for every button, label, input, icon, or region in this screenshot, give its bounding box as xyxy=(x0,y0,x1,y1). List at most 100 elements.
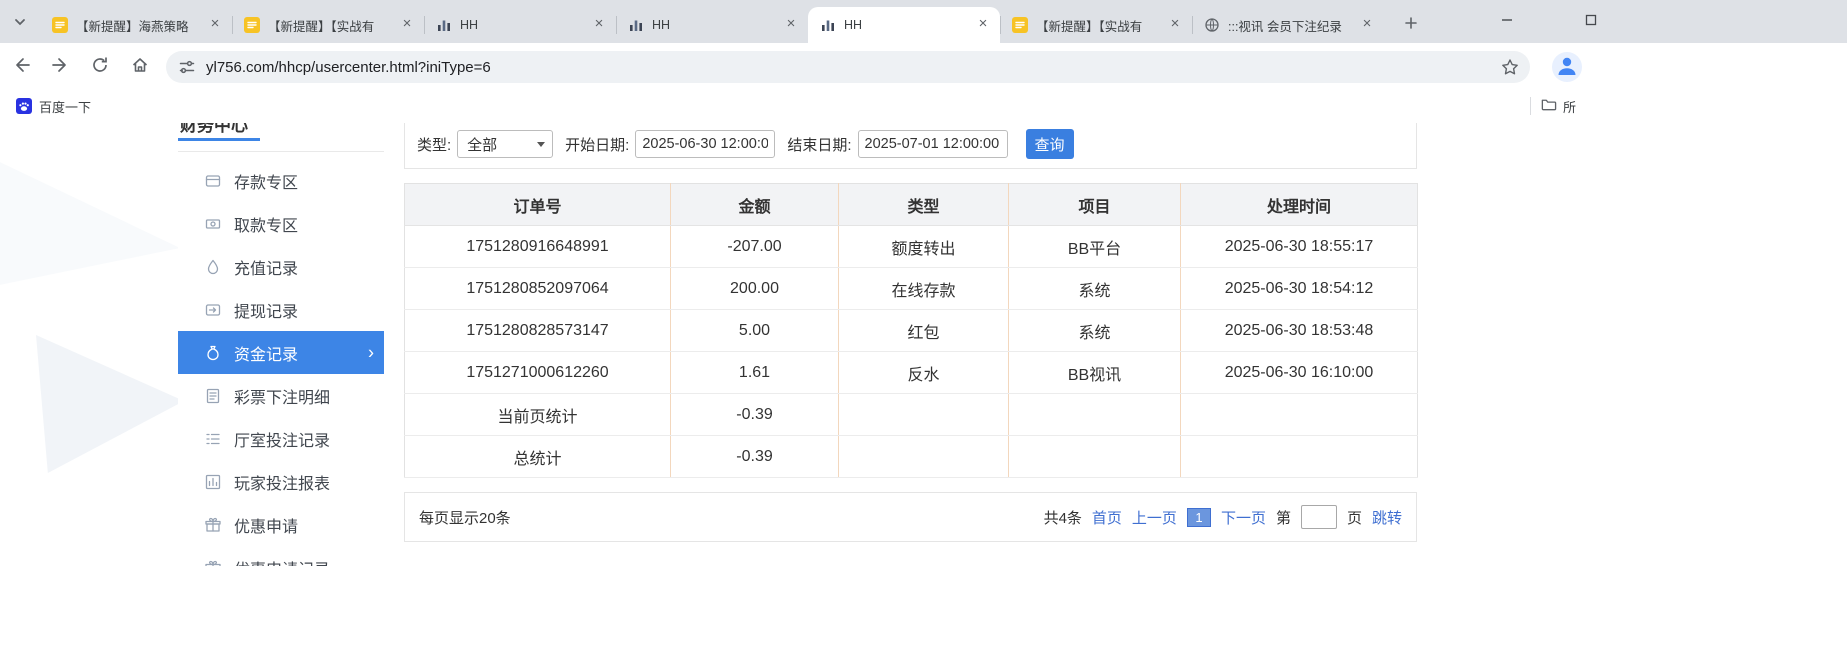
reload-button[interactable] xyxy=(86,53,114,81)
sidebar-item[interactable]: 提现记录 xyxy=(178,288,384,331)
tab-close-icon[interactable]: × xyxy=(782,16,800,34)
table-cell: 系统 xyxy=(1009,268,1181,310)
sidebar-item[interactable]: 充值记录 xyxy=(178,245,384,288)
browser-toolbar: yl756.com/hhcp/usercenter.html?iniType=6 xyxy=(0,43,1847,90)
jump-page-input[interactable] xyxy=(1301,505,1337,529)
browser-tab[interactable]: 【新提醒】海燕策略× xyxy=(40,7,232,43)
table-cell: 2025-06-30 16:10:00 xyxy=(1181,352,1418,394)
current-page-indicator[interactable]: 1 xyxy=(1187,508,1211,527)
table-cell: 2025-06-30 18:54:12 xyxy=(1181,268,1418,310)
all-bookmarks-label: 所 xyxy=(1563,97,1576,116)
first-page-link[interactable]: 首页 xyxy=(1092,507,1122,528)
plus-icon xyxy=(1402,14,1420,37)
tab-close-icon[interactable]: × xyxy=(974,16,992,34)
jump-link[interactable]: 跳转 xyxy=(1372,507,1402,528)
address-bar[interactable]: yl756.com/hhcp/usercenter.html?iniType=6 xyxy=(166,51,1530,83)
background-triangle-decoration xyxy=(36,323,184,473)
sidebar-item[interactable]: 取款专区 xyxy=(178,202,384,245)
next-page-link[interactable]: 下一页 xyxy=(1221,507,1266,528)
bookmark-star-icon[interactable] xyxy=(1500,57,1520,77)
lottery-doc-icon xyxy=(204,387,222,405)
tab-search-button[interactable] xyxy=(6,12,34,36)
tab-strip: 【新提醒】海燕策略×【新提醒】【实战有×HH×HH×HH×【新提醒】【实战有×:… xyxy=(0,0,1847,43)
all-bookmarks-folder[interactable]: 所 xyxy=(1540,94,1576,118)
bookmarks-bar: 百度一下 所 xyxy=(0,90,1847,124)
table-row: 17512808285731475.00红包系统2025-06-30 18:53… xyxy=(405,310,1418,352)
hh-bars-icon xyxy=(436,17,452,33)
tab-title: HH xyxy=(460,18,586,32)
bookmark-label: 百度一下 xyxy=(39,97,91,116)
site-info-tune-icon[interactable] xyxy=(178,58,196,76)
table-cell xyxy=(1181,436,1418,478)
sidebar-item-label: 彩票下注明细 xyxy=(234,384,330,408)
table-cell xyxy=(839,436,1009,478)
tab-close-icon[interactable]: × xyxy=(206,16,224,34)
sidebar-item[interactable]: 彩票下注明细 xyxy=(178,374,384,417)
tab-title: :::视讯 会员下注纪录 xyxy=(1228,16,1354,35)
table-cell xyxy=(1009,394,1181,436)
table-header-cell: 类型 xyxy=(839,184,1009,226)
table-cell: 系统 xyxy=(1009,310,1181,352)
type-select-value: 全部 xyxy=(467,134,497,155)
tab-close-icon[interactable]: × xyxy=(1358,16,1376,34)
end-date-input[interactable] xyxy=(858,130,1008,158)
money-bag-icon xyxy=(204,344,222,362)
globe-icon xyxy=(1204,17,1220,33)
sidebar-header: 财务中心 xyxy=(178,123,384,152)
query-button[interactable]: 查询 xyxy=(1026,129,1074,159)
profile-avatar[interactable] xyxy=(1552,52,1582,82)
sidebar-item-label: 厅室投注记录 xyxy=(234,427,330,451)
back-arrow-icon xyxy=(12,55,32,80)
sidebar-item[interactable]: 优惠申请 xyxy=(178,503,384,546)
yellow-msg-icon xyxy=(52,17,68,33)
table-row: 当前页统计-0.39 xyxy=(405,394,1418,436)
browser-tab[interactable]: :::视讯 会员下注纪录× xyxy=(1192,7,1384,43)
gift-icon xyxy=(204,516,222,534)
home-button[interactable] xyxy=(126,53,154,81)
table-row: 总统计-0.39 xyxy=(405,436,1418,478)
filter-controls: 类型: 全部 开始日期: 结束日期: 查询 xyxy=(417,129,1074,159)
browser-tab[interactable]: 【新提醒】【实战有× xyxy=(232,7,424,43)
sidebar-item[interactable]: 存款专区 xyxy=(178,159,384,202)
table-cell xyxy=(1009,436,1181,478)
deposit-card-icon xyxy=(204,172,222,190)
sidebar-item[interactable]: 优惠申请记录 xyxy=(178,546,384,566)
table-cell: 200.00 xyxy=(671,268,839,310)
reload-icon xyxy=(90,55,110,80)
browser-tab[interactable]: 【新提醒】【实战有× xyxy=(1000,7,1192,43)
tab-close-icon[interactable]: × xyxy=(1166,16,1184,34)
minimize-button[interactable] xyxy=(1492,10,1522,34)
tab-strip-tabs: 【新提醒】海燕策略×【新提醒】【实战有×HH×HH×HH×【新提醒】【实战有×:… xyxy=(40,7,1384,43)
tab-title: 【新提醒】【实战有 xyxy=(268,16,394,35)
prev-page-link[interactable]: 上一页 xyxy=(1132,507,1177,528)
new-tab-button[interactable] xyxy=(1398,12,1424,38)
sidebar-item[interactable]: 玩家投注报表 xyxy=(178,460,384,503)
tab-close-icon[interactable]: × xyxy=(398,16,416,34)
sidebar-item[interactable]: 资金记录› xyxy=(178,331,384,374)
table-cell: -0.39 xyxy=(671,394,839,436)
start-date-input[interactable] xyxy=(635,130,775,158)
table-cell: 总统计 xyxy=(405,436,671,478)
yellow-msg-icon xyxy=(1012,17,1028,33)
recharge-drop-icon xyxy=(204,258,222,276)
sidebar-item-label: 存款专区 xyxy=(234,169,298,193)
total-count-label: 共4条 xyxy=(1044,507,1082,528)
table-cell: 1751280916648991 xyxy=(405,226,671,268)
filter-bar: 类型: 全部 开始日期: 结束日期: 查询 xyxy=(404,123,1417,169)
page-size-label: 每页显示20条 xyxy=(419,507,511,528)
select-arrow-icon xyxy=(537,142,545,147)
table-cell: 1.61 xyxy=(671,352,839,394)
table-header-cell: 订单号 xyxy=(405,184,671,226)
type-select[interactable]: 全部 xyxy=(457,130,553,158)
browser-tab[interactable]: HH × xyxy=(424,7,616,43)
tab-close-icon[interactable]: × xyxy=(590,16,608,34)
table-cell: 5.00 xyxy=(671,310,839,352)
browser-tab[interactable]: HH× xyxy=(808,7,1000,43)
browser-tab[interactable]: HH× xyxy=(616,7,808,43)
url-text[interactable]: yl756.com/hhcp/usercenter.html?iniType=6 xyxy=(206,59,1500,76)
forward-button[interactable] xyxy=(46,53,74,81)
maximize-button[interactable] xyxy=(1576,10,1606,34)
bookmark-baidu[interactable]: 百度一下 xyxy=(8,94,99,118)
sidebar-item[interactable]: 厅室投注记录 xyxy=(178,417,384,460)
back-button[interactable] xyxy=(8,53,36,81)
